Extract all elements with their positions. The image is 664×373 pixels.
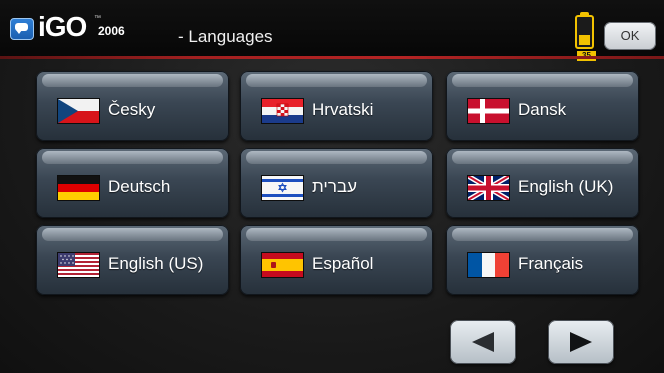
german-flag-icon xyxy=(57,175,100,201)
uk-flag-icon xyxy=(467,175,510,201)
language-label: Hrvatski xyxy=(312,100,374,119)
app-version-year: 2006 xyxy=(98,24,125,38)
croatian-flag-icon xyxy=(261,98,304,124)
left-arrow-icon xyxy=(472,332,494,352)
language-label: Français xyxy=(518,254,584,273)
french-flag-icon xyxy=(467,252,510,278)
language-button-czech[interactable]: Česky xyxy=(36,71,229,141)
ok-button[interactable]: OK xyxy=(604,22,656,50)
language-label: עברית xyxy=(312,177,357,196)
language-label: Deutsch xyxy=(108,177,171,196)
language-label: English (US) xyxy=(108,254,204,273)
language-button-spanish[interactable]: Español xyxy=(240,225,433,295)
page-title: - Languages xyxy=(178,27,273,46)
trademark-mark: ™ xyxy=(94,15,101,22)
header-bar: iGO ™ 2006 - Languages 35 OK xyxy=(0,0,664,61)
language-label: English (UK) xyxy=(518,177,614,196)
language-label: Česky xyxy=(108,100,156,119)
right-arrow-icon xyxy=(570,332,592,352)
language-screen: iGO ™ 2006 - Languages 35 OK Česky xyxy=(0,0,664,373)
danish-flag-icon xyxy=(467,98,510,124)
language-label: Español xyxy=(312,254,374,273)
language-button-english-uk[interactable]: English (UK) xyxy=(446,148,639,218)
us-flag-icon xyxy=(57,252,100,278)
app-chat-icon xyxy=(10,18,34,40)
spanish-flag-icon xyxy=(261,252,304,278)
language-button-english-us[interactable]: English (US) xyxy=(36,225,229,295)
language-button-hebrew[interactable]: עברית xyxy=(240,148,433,218)
next-page-button[interactable] xyxy=(548,320,614,364)
language-button-french[interactable]: Français xyxy=(446,225,639,295)
language-button-croatian[interactable]: Hrvatski xyxy=(240,71,433,141)
language-button-danish[interactable]: Dansk xyxy=(446,71,639,141)
language-label: Dansk xyxy=(518,100,567,119)
previous-page-button[interactable] xyxy=(450,320,516,364)
israeli-flag-icon xyxy=(261,175,304,201)
czech-flag-icon xyxy=(57,98,100,124)
header-divider xyxy=(0,56,664,59)
language-button-german[interactable]: Deutsch xyxy=(36,148,229,218)
battery-icon: 35 xyxy=(575,12,596,61)
app-logo: iGO xyxy=(38,11,87,42)
